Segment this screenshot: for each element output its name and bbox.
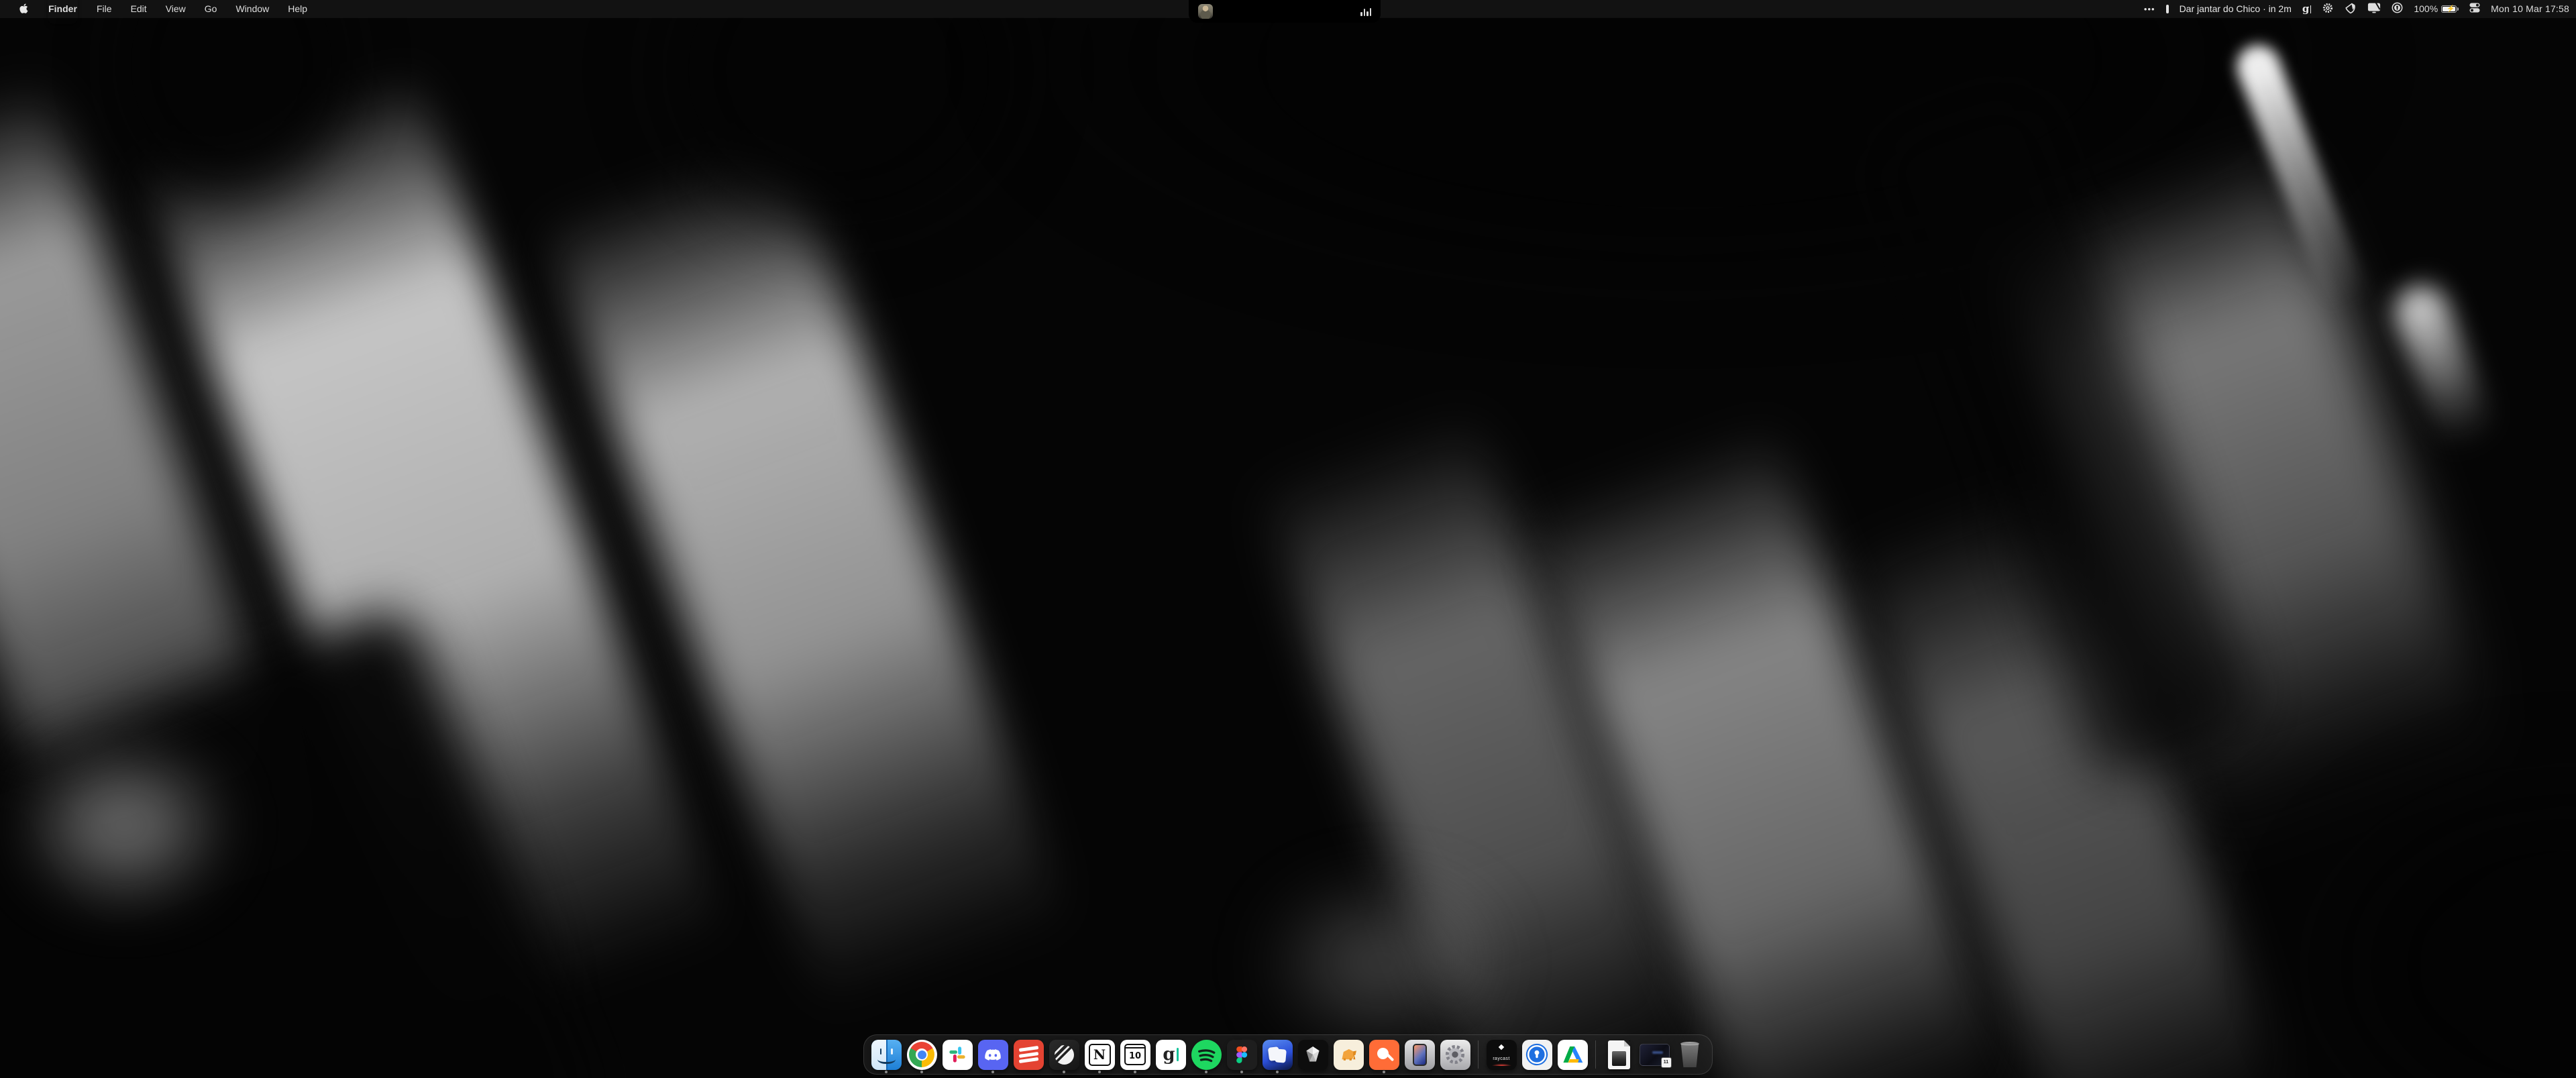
dock-app-notion-calendar[interactable]: 10 — [1119, 1036, 1151, 1073]
dock-app-system-settings[interactable] — [1439, 1036, 1471, 1073]
dock-app-slack[interactable] — [941, 1036, 973, 1073]
wallpaper-streak — [2387, 278, 2497, 453]
menu-bar-left: Finder File Edit View Go Window Help — [0, 0, 307, 24]
notch-now-playing-island[interactable] — [1189, 0, 1381, 23]
shield-icon[interactable] — [2343, 1, 2358, 16]
notion-icon: N — [1085, 1040, 1115, 1070]
wallpaper-highlight — [1268, 885, 1496, 1040]
linear-icon — [1049, 1040, 1079, 1070]
dock-app-postman[interactable] — [1368, 1036, 1400, 1073]
todoist-icon — [1014, 1040, 1044, 1070]
menu-view[interactable]: View — [166, 3, 186, 14]
finder-icon — [871, 1040, 902, 1070]
dock-app-elephant[interactable] — [1332, 1036, 1364, 1073]
apple-menu-icon[interactable] — [19, 3, 29, 15]
system-settings-icon — [1440, 1040, 1470, 1070]
slack-icon — [943, 1040, 973, 1070]
postman-icon — [1369, 1040, 1399, 1070]
iphone-mirroring-icon — [1405, 1040, 1435, 1070]
discord-icon — [978, 1040, 1008, 1070]
grammarly-letter: g — [1163, 1046, 1175, 1063]
dock-app-notion[interactable]: N — [1083, 1036, 1116, 1073]
orange-elephant-app-icon — [1334, 1040, 1364, 1070]
document-file-icon — [1608, 1040, 1630, 1069]
notion-letter: N — [1089, 1044, 1111, 1066]
dock-separator — [1478, 1040, 1479, 1069]
dock: N 10 g — [863, 1034, 1713, 1075]
chrome-icon — [907, 1040, 937, 1070]
dock-app-discord[interactable] — [977, 1036, 1009, 1073]
black-3d-shape-app-icon — [1298, 1040, 1328, 1070]
blue-windows-app-icon — [1263, 1040, 1293, 1070]
dock-separator — [1595, 1040, 1596, 1069]
battery-charging-icon: ⚡ — [2441, 5, 2459, 13]
screenshot-thumbnail: 11 — [1640, 1044, 1670, 1066]
menu-edit[interactable]: Edit — [131, 3, 147, 14]
menu-bar-status: ••• Dar jantar do Chico · in 2m g — [2144, 2, 2576, 16]
wallpaper-highlight — [20, 745, 228, 906]
overflow-ellipsis-icon[interactable]: ••• — [2144, 4, 2155, 14]
display-icon[interactable] — [2367, 2, 2381, 15]
menu-bar-clock[interactable]: Mon 10 Mar 17:58 — [2491, 3, 2569, 14]
album-art[interactable] — [1198, 4, 1213, 19]
dock-app-linear[interactable] — [1048, 1036, 1080, 1073]
notion-calendar-icon: 10 — [1120, 1040, 1150, 1070]
dock-app-todoist[interactable] — [1012, 1036, 1044, 1073]
raycast-label: raycast — [1487, 1057, 1517, 1061]
dock-app-grammarly[interactable]: g — [1155, 1036, 1187, 1073]
wallpaper — [0, 0, 2576, 1078]
menu-app-name[interactable]: Finder — [48, 0, 78, 24]
sun-icon[interactable] — [2322, 2, 2334, 16]
dock-app-spotify[interactable] — [1190, 1036, 1222, 1073]
trash-icon — [1680, 1042, 1700, 1067]
menu-window[interactable]: Window — [235, 3, 269, 14]
dock-screenshot-stack[interactable]: 11 — [1638, 1036, 1670, 1073]
menu-go[interactable]: Go — [205, 3, 217, 14]
menu-file[interactable]: File — [97, 3, 112, 14]
dock-app-chrome[interactable] — [906, 1036, 938, 1073]
onepassword-icon[interactable] — [2392, 2, 2403, 15]
dock-app-finder[interactable] — [870, 1036, 902, 1073]
google-drive-icon — [1558, 1040, 1588, 1070]
grammarly-icon[interactable]: g — [2302, 3, 2312, 14]
desktop: Finder File Edit View Go Window Help •••… — [0, 0, 2576, 1078]
battery-status[interactable]: 100% ⚡ — [2414, 3, 2459, 14]
dock-app-3d-shape[interactable] — [1297, 1036, 1329, 1073]
figma-icon — [1227, 1040, 1257, 1070]
dock-trash[interactable] — [1674, 1036, 1706, 1073]
equalizer-icon — [1360, 7, 1371, 16]
dock-app-iphone-mirroring[interactable] — [1403, 1036, 1436, 1073]
control-center-icon[interactable] — [2469, 3, 2480, 15]
dock-app-raycast[interactable]: raycast — [1485, 1036, 1517, 1073]
grammarly-dock-icon: g — [1156, 1040, 1186, 1070]
menu-help[interactable]: Help — [288, 3, 307, 14]
spotify-icon — [1191, 1040, 1222, 1070]
dock-app-blue-windows[interactable] — [1261, 1036, 1293, 1073]
raycast-icon: raycast — [1487, 1040, 1517, 1070]
separator-bar-icon[interactable] — [2166, 5, 2169, 13]
onepassword-dock-icon — [1522, 1040, 1552, 1070]
dock-document-file[interactable] — [1603, 1036, 1635, 1073]
dock-app-google-drive[interactable] — [1556, 1036, 1589, 1073]
calendar-badge: 11 — [1661, 1057, 1672, 1068]
event-reminder-text[interactable]: Dar jantar do Chico · in 2m — [2180, 3, 2292, 14]
dock-app-figma[interactable] — [1226, 1036, 1258, 1073]
battery-percent: 100% — [2414, 3, 2438, 14]
dock-app-1password[interactable] — [1521, 1036, 1553, 1073]
notion-calendar-day: 10 — [1129, 1048, 1141, 1064]
